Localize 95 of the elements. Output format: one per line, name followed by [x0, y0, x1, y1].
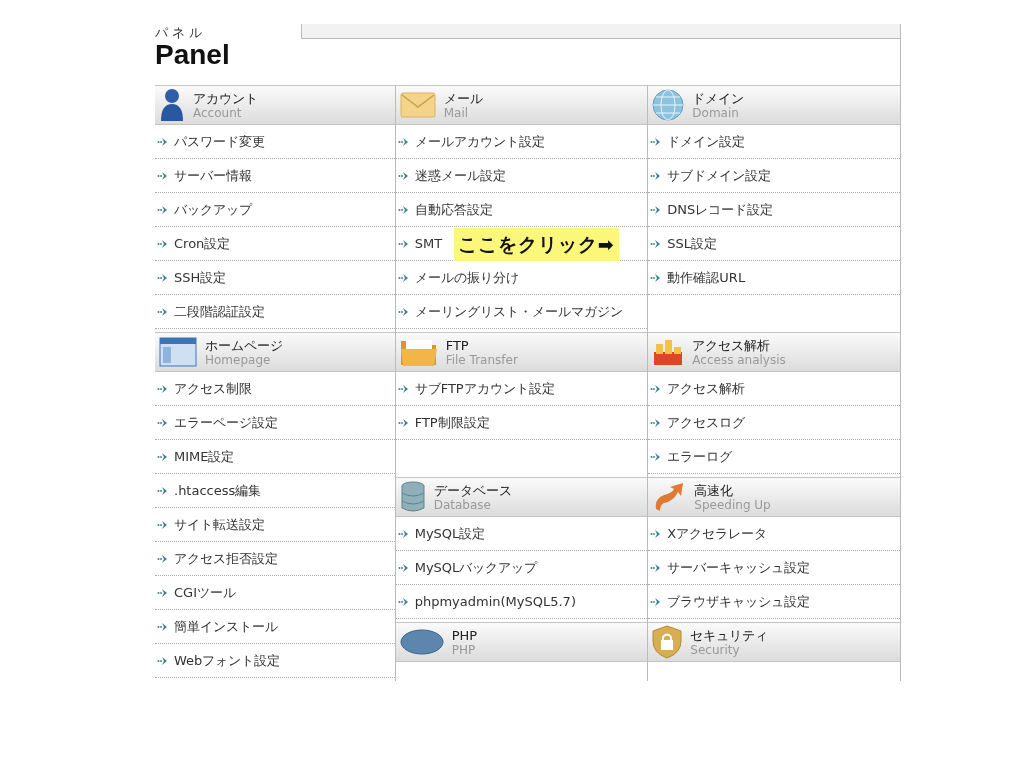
menu-link[interactable]: バックアップ [174, 199, 252, 220]
bullet-arrow-icon [397, 272, 410, 283]
bullet-arrow-icon [157, 621, 169, 632]
menu-link[interactable]: サーバーキャッシュ設定 [667, 557, 811, 578]
menu-link[interactable]: サーバー情報 [174, 165, 252, 186]
menu-link[interactable]: アクセス拒否設定 [174, 548, 278, 569]
menu-link[interactable]: .htaccess編集 [174, 480, 262, 501]
bullet-arrow-icon [157, 204, 169, 215]
section-subtitle: Speeding Up [694, 497, 771, 512]
logo-title: Panel [155, 40, 231, 70]
section-subtitle: Mail [443, 105, 470, 120]
menu-link[interactable]: アクセス解析 [667, 378, 746, 399]
bullet-arrow-icon [157, 485, 169, 496]
section-title: データベース [433, 482, 512, 498]
section-subtitle: Homepage [205, 352, 272, 367]
bullet-arrow-icon [157, 306, 169, 317]
section-subtitle: Database [433, 497, 492, 512]
envelope-icon [399, 92, 436, 118]
menu-link[interactable]: MIME設定 [174, 446, 235, 467]
section-title: ドメイン [692, 90, 745, 106]
section-subtitle: Access analysis [692, 352, 786, 367]
bullet-arrow-icon [157, 417, 169, 428]
menu-link[interactable]: SSL設定 [667, 233, 718, 254]
bullet-arrow-icon [397, 238, 410, 249]
menu-link[interactable]: メールアカウント設定 [414, 131, 545, 152]
menu-link[interactable]: MySQLバックアップ [414, 557, 538, 578]
window-icon [159, 337, 197, 367]
menu-link[interactable]: 二段階認証設定 [174, 301, 265, 322]
bullet-arrow-icon [157, 519, 169, 530]
section-title: アクセス解析 [692, 337, 772, 353]
menu-link[interactable]: Cron設定 [174, 233, 231, 254]
section-title: FTP [445, 337, 470, 353]
menu-link[interactable]: phpmyadmin(MySQL5.7) [414, 591, 576, 612]
section-subtitle: PHP [451, 642, 477, 657]
php-logo-icon [399, 629, 444, 655]
bullet-arrow-icon [157, 655, 169, 666]
menu-link[interactable]: 動作確認URL [667, 267, 746, 288]
lock-shield-icon [652, 625, 683, 659]
person-icon [159, 88, 185, 122]
menu-link[interactable]: エラーログ [667, 446, 733, 467]
logo-ruby: パネル [155, 25, 206, 40]
menu-link[interactable]: FTP制限設定 [414, 412, 490, 433]
bullet-arrow-icon [397, 136, 410, 147]
section-subtitle: File Transfer [445, 352, 518, 367]
bullet-arrow-icon [397, 562, 410, 573]
section-title: PHP [451, 627, 478, 643]
menu-link[interactable]: 簡単インストール [174, 616, 278, 637]
section-subtitle: Account [193, 105, 243, 120]
section-title: アカウント [193, 90, 258, 106]
menu-link[interactable]: 自動応答設定 [414, 199, 493, 220]
menu-link[interactable]: エラーページ設定 [174, 412, 278, 433]
bullet-arrow-icon [397, 528, 410, 539]
bullet-arrow-icon [157, 383, 169, 394]
bullet-arrow-icon [397, 204, 410, 215]
menu-link[interactable]: サブドメイン設定 [667, 165, 772, 186]
section-title: メール [443, 90, 483, 106]
menu-link[interactable]: メールの振り分け [414, 267, 519, 288]
section-subtitle: Security [690, 642, 741, 657]
bullet-arrow-icon [157, 272, 169, 283]
menu-link[interactable]: SSH設定 [174, 267, 227, 288]
callout-label: ここをクリック➡ [453, 228, 619, 261]
bullet-arrow-icon [157, 238, 169, 249]
section-title: 高速化 [694, 482, 735, 498]
menu-link[interactable]: メーリングリスト・メールマガジン [414, 301, 623, 322]
database-icon [399, 481, 426, 513]
menu-link[interactable]: DNSレコード設定 [667, 199, 774, 220]
bullet-arrow-icon [157, 136, 169, 147]
menu-link[interactable]: CGIツール [174, 582, 236, 603]
menu-link[interactable]: アクセス制限 [174, 378, 252, 399]
menu-link[interactable]: パスワード変更 [174, 131, 265, 152]
menu-link[interactable]: Webフォント設定 [174, 650, 281, 671]
bullet-arrow-icon [397, 596, 410, 607]
globe-icon [652, 89, 685, 121]
bullet-arrow-icon [157, 451, 169, 462]
section-title: ホームページ [205, 337, 283, 353]
menu-link[interactable]: Xアクセラレータ [667, 523, 768, 544]
menu-link[interactable]: SMT [414, 233, 443, 254]
menu-link[interactable]: ブラウザキャッシュ設定 [667, 591, 811, 612]
section-title: セキュリティ [690, 627, 769, 643]
bullet-arrow-icon [397, 383, 410, 394]
bullet-arrow-icon [397, 170, 410, 181]
bullet-arrow-icon [397, 306, 410, 317]
menu-link[interactable]: アクセスログ [667, 412, 746, 433]
folder-icon [399, 337, 438, 367]
menu-link[interactable]: サブFTPアカウント設定 [414, 378, 555, 399]
bullet-arrow-icon [397, 417, 410, 428]
bullet-arrow-icon [157, 553, 169, 564]
bullet-arrow-icon [157, 170, 169, 181]
section-subtitle: Domain [692, 105, 740, 120]
bullet-arrow-icon [157, 587, 169, 598]
bar-chart-icon [652, 338, 685, 366]
menu-link[interactable]: MySQL設定 [414, 523, 486, 544]
menu-link[interactable]: ドメイン設定 [667, 131, 746, 152]
menu-link[interactable]: サイト転送設定 [174, 514, 265, 535]
menu-link[interactable]: 迷惑メール設定 [414, 165, 506, 186]
